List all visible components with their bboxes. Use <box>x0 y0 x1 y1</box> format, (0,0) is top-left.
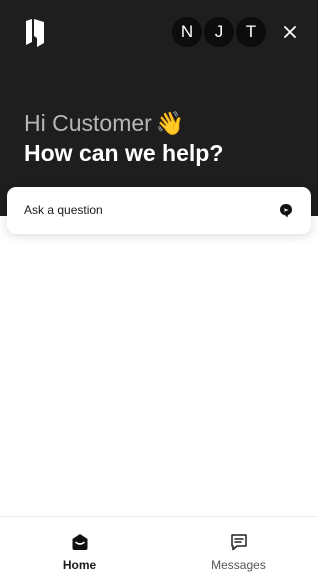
ask-question-label: Ask a question <box>24 203 103 217</box>
greeting-text: Hi Customer <box>24 110 152 136</box>
messages-icon <box>230 534 247 551</box>
avatar: N <box>170 15 204 49</box>
tab-messages[interactable]: Messages <box>159 517 318 577</box>
close-icon[interactable] <box>280 22 300 42</box>
send-icon <box>280 204 292 218</box>
tab-messages-label: Messages <box>211 558 266 572</box>
ask-question-button[interactable]: Ask a question <box>7 187 311 234</box>
page-title: How can we help? <box>24 140 224 166</box>
intercom-logo-icon <box>26 19 44 47</box>
waving-hand-emoji: 👋 <box>155 110 185 136</box>
tab-home-label: Home <box>62 558 97 572</box>
tab-home[interactable]: Home <box>0 517 159 577</box>
header: N J T Hi Customer 👋 How can we help? <box>0 0 318 216</box>
avatar: J <box>202 15 236 49</box>
avatar: T <box>234 15 268 49</box>
greeting: Hi Customer 👋 <box>24 109 184 137</box>
tab-bar: Home Messages <box>0 516 318 577</box>
home-icon <box>72 534 87 550</box>
messenger-window: N J T Hi Customer 👋 How can we help? Ask … <box>0 0 318 577</box>
